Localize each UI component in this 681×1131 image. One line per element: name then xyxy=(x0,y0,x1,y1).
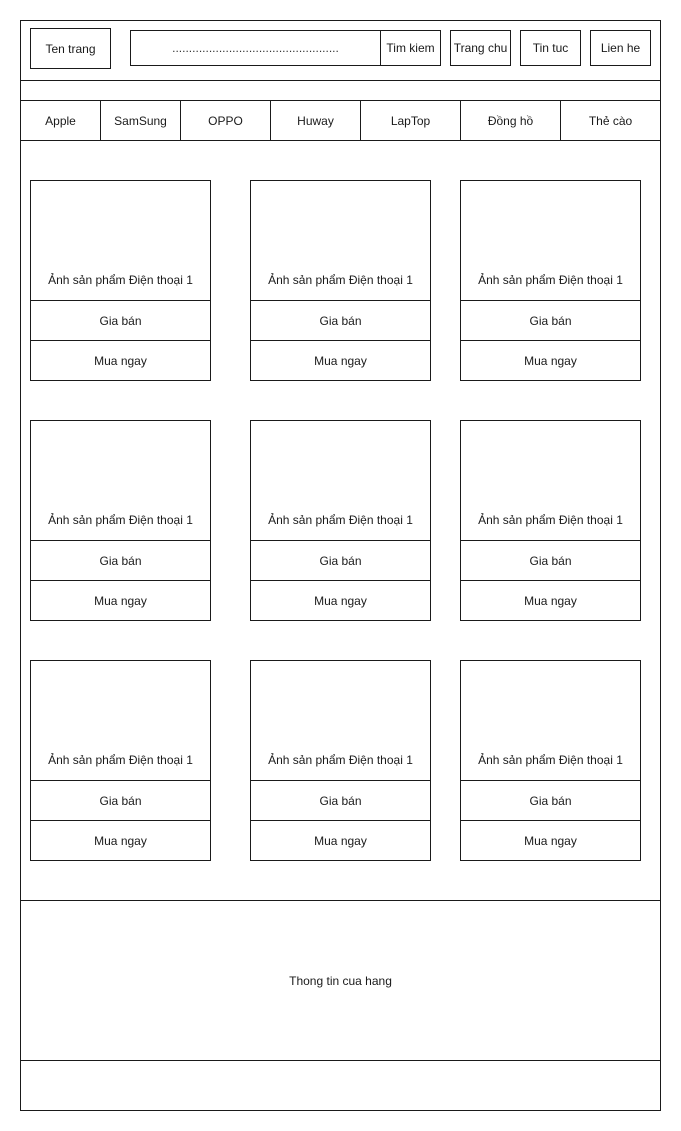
buy-now-button[interactable]: Mua ngay xyxy=(460,580,641,621)
nav-trang-chu[interactable]: Trang chu xyxy=(450,30,511,66)
category-apple[interactable]: Apple xyxy=(20,100,101,141)
buy-now-button[interactable]: Mua ngay xyxy=(30,580,211,621)
nav-tin-tuc[interactable]: Tin tuc xyxy=(520,30,581,66)
product-price: Gia bán xyxy=(30,300,211,341)
category-laptop[interactable]: LapTop xyxy=(360,100,461,141)
product-card: Ảnh sản phẩm Điện thoại 1 Gia bán Mua ng… xyxy=(250,180,431,381)
search-input[interactable]: ........................................… xyxy=(130,30,381,66)
category-huway[interactable]: Huway xyxy=(270,100,361,141)
product-price: Gia bán xyxy=(460,780,641,821)
product-card: Ảnh sản phẩm Điện thoại 1 Gia bán Mua ng… xyxy=(250,420,431,621)
product-card: Ảnh sản phẩm Điện thoại 1 Gia bán Mua ng… xyxy=(460,660,641,861)
category-the-cao[interactable]: Thẻ cào xyxy=(560,100,661,141)
product-price: Gia bán xyxy=(250,780,431,821)
product-image-label: Ảnh sản phẩm Điện thoại 1 xyxy=(478,273,623,287)
product-image[interactable]: Ảnh sản phẩm Điện thoại 1 xyxy=(460,420,641,541)
product-card: Ảnh sản phẩm Điện thoại 1 Gia bán Mua ng… xyxy=(460,180,641,381)
product-image-label: Ảnh sản phẩm Điện thoại 1 xyxy=(268,753,413,767)
header-divider xyxy=(20,80,661,81)
store-info: Thong tin cua hang xyxy=(20,900,661,1061)
site-name[interactable]: Ten trang xyxy=(30,28,111,69)
product-price: Gia bán xyxy=(460,540,641,581)
product-card: Ảnh sản phẩm Điện thoại 1 Gia bán Mua ng… xyxy=(460,420,641,621)
buy-now-button[interactable]: Mua ngay xyxy=(30,820,211,861)
buy-now-button[interactable]: Mua ngay xyxy=(460,820,641,861)
product-price: Gia bán xyxy=(30,540,211,581)
product-image[interactable]: Ảnh sản phẩm Điện thoại 1 xyxy=(30,420,211,541)
product-image-label: Ảnh sản phẩm Điện thoại 1 xyxy=(268,273,413,287)
product-price: Gia bán xyxy=(250,300,431,341)
category-samsung[interactable]: SamSung xyxy=(100,100,181,141)
search-button[interactable]: Tim kiem xyxy=(380,30,441,66)
product-card: Ảnh sản phẩm Điện thoại 1 Gia bán Mua ng… xyxy=(30,180,211,381)
product-image-label: Ảnh sản phẩm Điện thoại 1 xyxy=(478,753,623,767)
product-image[interactable]: Ảnh sản phẩm Điện thoại 1 xyxy=(30,660,211,781)
product-image-label: Ảnh sản phẩm Điện thoại 1 xyxy=(478,513,623,527)
product-image-label: Ảnh sản phẩm Điện thoại 1 xyxy=(48,753,193,767)
buy-now-button[interactable]: Mua ngay xyxy=(250,340,431,381)
product-card: Ảnh sản phẩm Điện thoại 1 Gia bán Mua ng… xyxy=(30,420,211,621)
buy-now-button[interactable]: Mua ngay xyxy=(460,340,641,381)
category-oppo[interactable]: OPPO xyxy=(180,100,271,141)
product-price: Gia bán xyxy=(460,300,641,341)
product-image[interactable]: Ảnh sản phẩm Điện thoại 1 xyxy=(30,180,211,301)
product-image[interactable]: Ảnh sản phẩm Điện thoại 1 xyxy=(250,180,431,301)
product-card: Ảnh sản phẩm Điện thoại 1 Gia bán Mua ng… xyxy=(30,660,211,861)
nav-lien-he[interactable]: Lien he xyxy=(590,30,651,66)
search-placeholder: ........................................… xyxy=(172,41,339,55)
product-image-label: Ảnh sản phẩm Điện thoại 1 xyxy=(268,513,413,527)
product-image[interactable]: Ảnh sản phẩm Điện thoại 1 xyxy=(460,180,641,301)
product-image[interactable]: Ảnh sản phẩm Điện thoại 1 xyxy=(250,420,431,541)
buy-now-button[interactable]: Mua ngay xyxy=(250,820,431,861)
buy-now-button[interactable]: Mua ngay xyxy=(30,340,211,381)
product-price: Gia bán xyxy=(30,780,211,821)
buy-now-button[interactable]: Mua ngay xyxy=(250,580,431,621)
product-price: Gia bán xyxy=(250,540,431,581)
category-dong-ho[interactable]: Đồng hồ xyxy=(460,100,561,141)
product-image[interactable]: Ảnh sản phẩm Điện thoại 1 xyxy=(250,660,431,781)
product-image-label: Ảnh sản phẩm Điện thoại 1 xyxy=(48,513,193,527)
product-image[interactable]: Ảnh sản phẩm Điện thoại 1 xyxy=(460,660,641,781)
product-image-label: Ảnh sản phẩm Điện thoại 1 xyxy=(48,273,193,287)
product-card: Ảnh sản phẩm Điện thoại 1 Gia bán Mua ng… xyxy=(250,660,431,861)
